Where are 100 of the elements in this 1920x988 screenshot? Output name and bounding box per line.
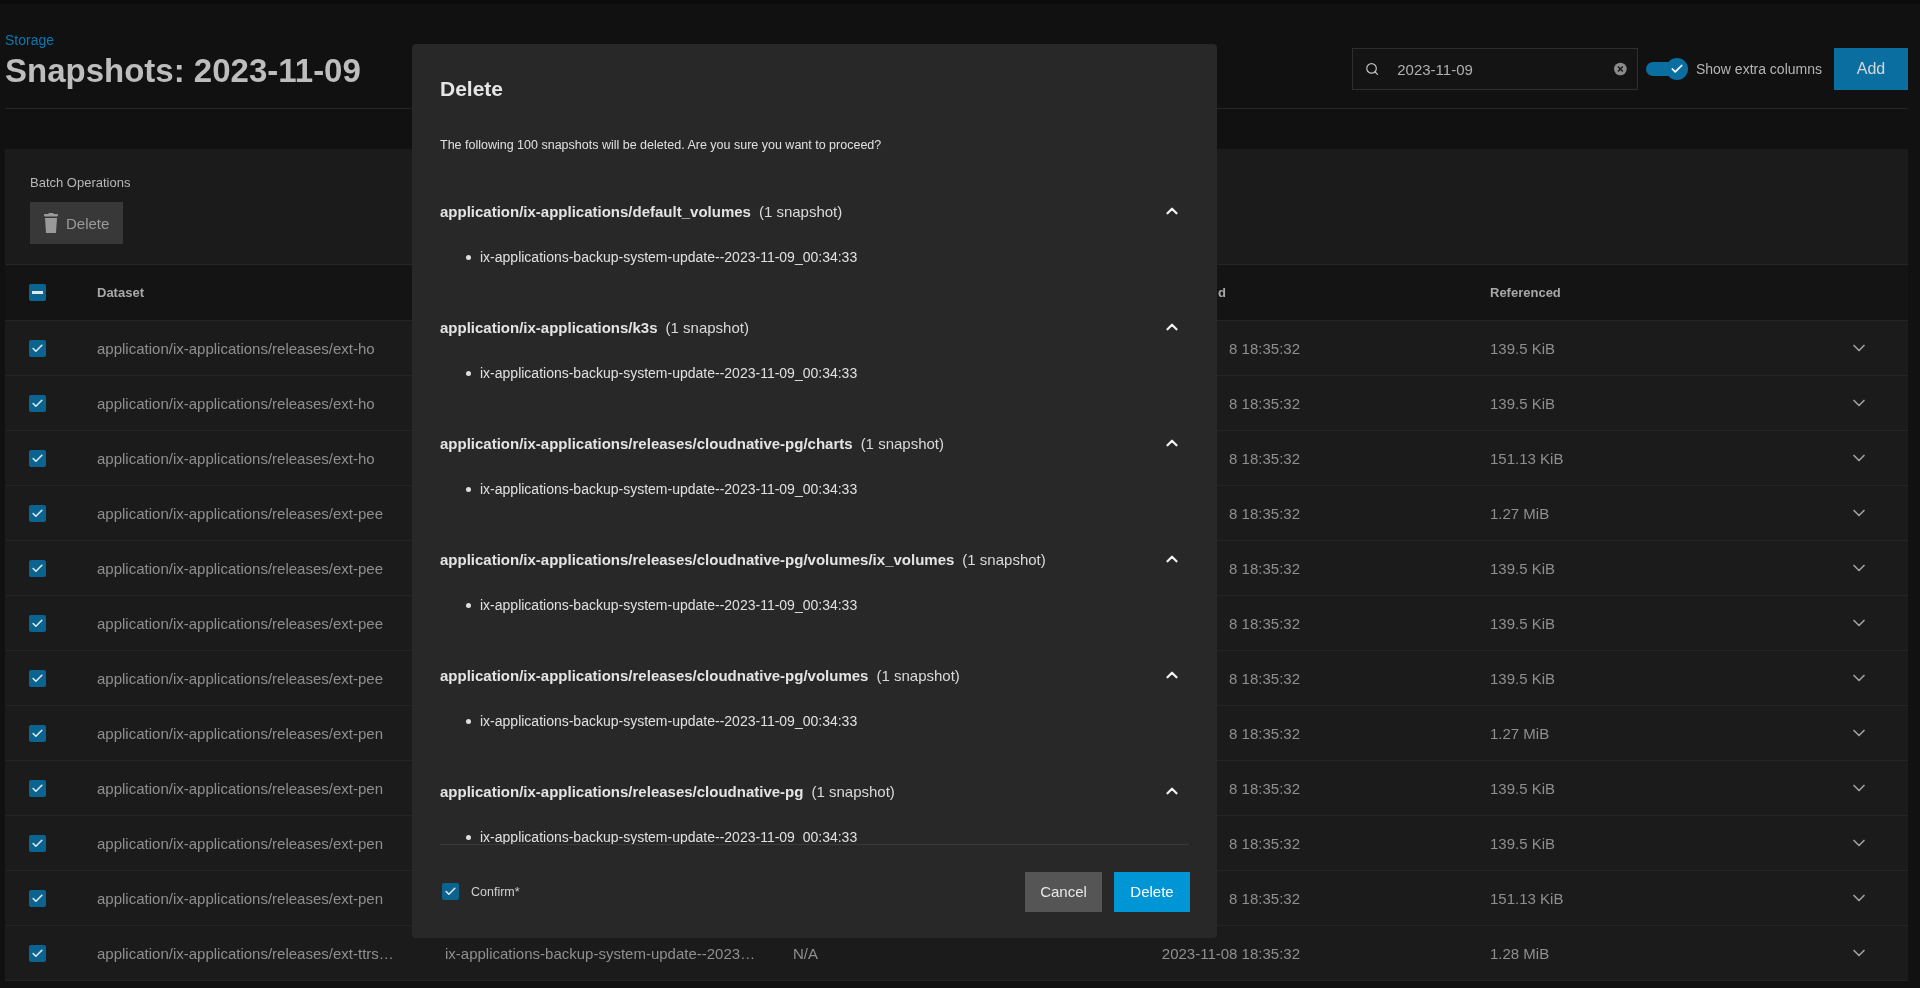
- table-cell-text: application/ix-applications/releases/ext-pee: [97, 614, 384, 632]
- cancel-button[interactable]: Cancel: [1025, 871, 1102, 912]
- table-cell-text: application/ix-applications/releases/ext-pee: [97, 559, 384, 577]
- check-icon: [31, 726, 44, 740]
- snapshot-name: ix-applications-backup-system-update--2023-11-09_00:34:33: [480, 597, 858, 613]
- table-cell-text: application/ix-applications/releases/ext-pen: [97, 834, 384, 852]
- snapshot-count: (1 snapshot): [962, 550, 1047, 568]
- snapshot-name: ix-applications-backup-system-update--2023-11-09_00:34:33: [480, 365, 858, 381]
- table-cell: 8 18:35:32: [1229, 889, 1300, 907]
- row-checkbox[interactable]: [29, 394, 46, 412]
- table-cell-text: application/ix-applications/releases/ext-pen: [97, 889, 384, 907]
- snapshot-name: ix-applications-backup-system-update--2023-11-09_00:34:33: [480, 249, 858, 265]
- table-cell-text: N/A: [793, 944, 819, 962]
- toggle-label: Show extra columns: [1695, 61, 1822, 77]
- select-all-checkbox[interactable]: [29, 284, 46, 301]
- row-checkbox[interactable]: [29, 559, 46, 577]
- row-checkbox[interactable]: [29, 449, 46, 467]
- breadcrumb-link[interactable]: Storage: [5, 32, 361, 48]
- row-checkbox[interactable]: [29, 339, 46, 357]
- row-checkbox[interactable]: [29, 944, 46, 962]
- trash-icon: [44, 213, 58, 233]
- check-icon: [1669, 62, 1684, 76]
- table-cell: 2023-11-08 18:35:32: [1161, 944, 1300, 962]
- bullet-icon: [466, 718, 471, 724]
- check-icon: [31, 836, 44, 850]
- dialog-title: Delete: [440, 77, 505, 101]
- group-title: application/ix-applications/releases/cloudnative-pg: [440, 782, 804, 800]
- check-icon: [31, 946, 44, 960]
- check-icon: [31, 506, 44, 520]
- table-cell-text: ix-applications-backup-system-update--2023…: [445, 944, 757, 962]
- table-cell-text: 151.13 KiB: [1490, 889, 1565, 907]
- batch-delete-button[interactable]: Delete: [30, 202, 124, 244]
- table-cell: 8 18:35:32: [1229, 339, 1300, 357]
- table-cell-text: 139.5 KiB: [1490, 339, 1557, 357]
- add-button[interactable]: Add: [1834, 48, 1908, 90]
- snapshot-name: ix-applications-backup-system-update--2023-11-09_00:34:33: [480, 713, 858, 729]
- row-checkbox[interactable]: [29, 889, 46, 907]
- group-title: application/ix-applications/releases/cloudnative-pg/volumes: [440, 666, 869, 684]
- table-cell-text: application/ix-applications/releases/ext-ho: [97, 449, 376, 467]
- table-cell: 8 18:35:32: [1229, 394, 1300, 412]
- page-title: Snapshots: 2023-11-09: [5, 52, 361, 90]
- table-cell: 8 18:35:32: [1229, 834, 1300, 852]
- table-cell: 8 18:35:32: [1229, 724, 1300, 742]
- check-icon: [31, 396, 44, 410]
- table-cell-text: application/ix-applications/releases/ext-ho: [97, 394, 376, 412]
- check-icon: [31, 451, 44, 465]
- table-cell-text: application/ix-applications/releases/ext-ho: [97, 339, 376, 357]
- check-icon: [31, 616, 44, 630]
- table-cell: 8 18:35:32: [1229, 779, 1300, 797]
- bullet-icon: [466, 834, 471, 840]
- check-icon: [31, 561, 44, 575]
- row-checkbox[interactable]: [29, 614, 46, 632]
- row-checkbox[interactable]: [29, 834, 46, 852]
- table-cell: 8 18:35:32: [1229, 559, 1300, 577]
- check-icon: [31, 671, 44, 685]
- snapshot-count: (1 snapshot): [758, 202, 844, 220]
- table-cell-text: 139.5 KiB: [1490, 779, 1557, 797]
- snapshot-name: ix-applications-backup-system-update--2023-11-09_00:34:33: [480, 829, 858, 844]
- minus-icon: [32, 291, 43, 294]
- snapshot-count: (1 snapshot): [665, 318, 750, 336]
- bullet-icon: [466, 254, 471, 260]
- row-checkbox[interactable]: [29, 669, 46, 687]
- batch-title: Batch Operations: [30, 175, 131, 190]
- search-field[interactable]: 2023-11-09: [1351, 48, 1638, 90]
- snapshot-count: (1 snapshot): [860, 434, 945, 452]
- table-cell-text: 1.27 MiB: [1490, 724, 1551, 742]
- row-checkbox[interactable]: [29, 504, 46, 522]
- snapshot-count: (1 snapshot): [876, 666, 961, 684]
- search-input[interactable]: 2023-11-09: [1395, 59, 1599, 79]
- table-cell-text: application/ix-applications/releases/ext-pee: [97, 504, 384, 522]
- extra-columns-toggle[interactable]: [1645, 58, 1688, 80]
- bullet-icon: [466, 602, 471, 608]
- table-cell-text: 1.28 MiB: [1490, 944, 1551, 962]
- bullet-icon: [466, 370, 471, 376]
- table-cell: 8 18:35:32: [1229, 504, 1300, 522]
- table-cell-text: application/ix-applications/releases/ext-ttrs…: [97, 944, 395, 962]
- dialog-message: The following 100 snapshots will be deleted. Are you sure you want to proceed?: [440, 138, 883, 152]
- search-icon: [1364, 60, 1380, 78]
- row-checkbox[interactable]: [29, 779, 46, 797]
- table-cell-text: 139.5 KiB: [1490, 614, 1557, 632]
- clear-icon[interactable]: [1614, 61, 1627, 77]
- snapshot-name: ix-applications-backup-system-update--2023-11-09_00:34:33: [480, 481, 858, 497]
- row-checkbox[interactable]: [29, 724, 46, 742]
- bullet-icon: [466, 486, 471, 492]
- group-title: application/ix-applications/releases/cloudnative-pg/volumes/ix_volumes: [440, 550, 955, 568]
- confirm-checkbox[interactable]: [442, 883, 459, 900]
- table-cell-text: application/ix-applications/releases/ext-pen: [97, 724, 384, 742]
- table-cell: 8 18:35:32: [1229, 669, 1300, 687]
- confirm-label: Confirm*: [471, 884, 521, 899]
- column-header[interactable]: Referenced: [1490, 285, 1845, 300]
- group-title: application/ix-applications/default_volumes: [440, 202, 751, 220]
- table-cell-text: 139.5 KiB: [1490, 559, 1557, 577]
- table-cell: 8 18:35:32: [1229, 614, 1300, 632]
- check-icon: [31, 781, 44, 795]
- group-title: application/ix-applications/k3s: [440, 318, 658, 336]
- group-title: application/ix-applications/releases/cloudnative-pg/charts: [440, 434, 853, 452]
- check-icon: [31, 891, 44, 905]
- table-cell-text: 139.5 KiB: [1490, 834, 1557, 852]
- table-cell-text: 139.5 KiB: [1490, 669, 1557, 687]
- snapshot-count: (1 snapshot): [811, 782, 896, 800]
